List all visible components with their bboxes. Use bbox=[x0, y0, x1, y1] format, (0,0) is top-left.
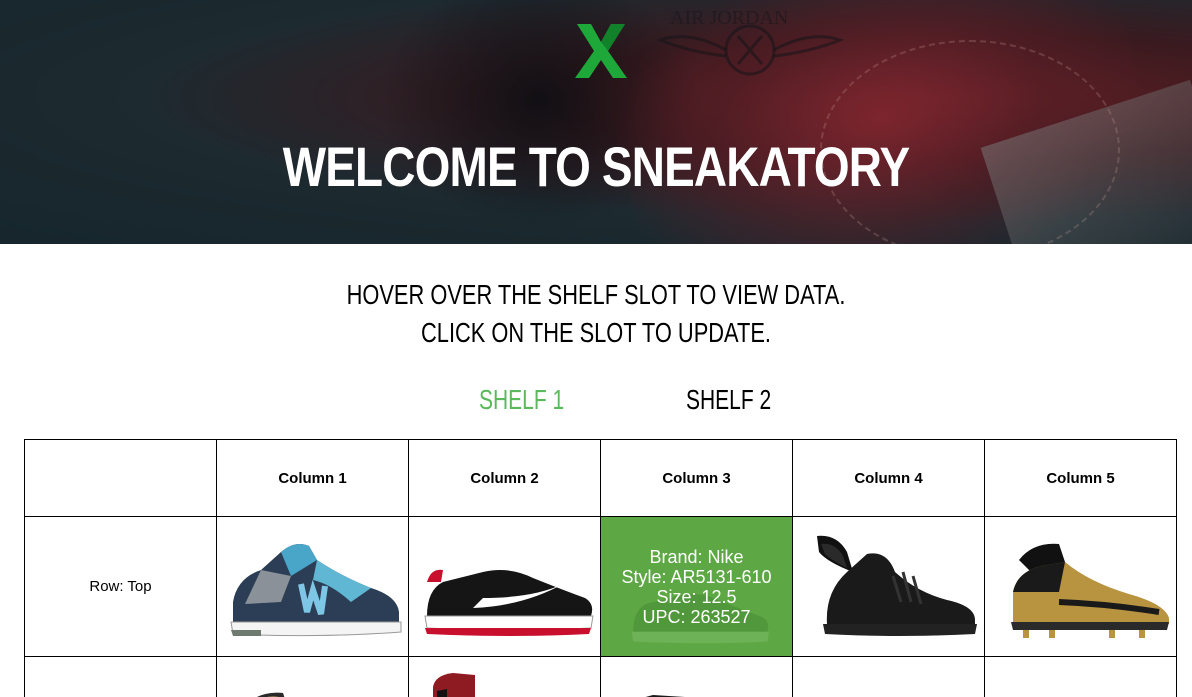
shelf-slot-empty[interactable] bbox=[984, 656, 1177, 697]
row-label: Row: Top bbox=[24, 516, 217, 657]
shelf-slot[interactable] bbox=[984, 516, 1177, 657]
slot-brand: Brand: Nike bbox=[649, 546, 744, 567]
slot-info-overlay: Brand: Nike Style: AR5131-610 Size: 12.5… bbox=[602, 518, 792, 656]
corner-cell bbox=[24, 439, 217, 517]
shelf-slot[interactable] bbox=[408, 516, 601, 657]
instructions: Hover over the shelf slot to view data. … bbox=[131, 276, 1061, 352]
shelf-slot[interactable] bbox=[216, 516, 409, 657]
sneaker-adidas-wings-icon bbox=[816, 535, 977, 636]
slot-size: Size: 12.5 bbox=[656, 586, 737, 607]
sneaker-jordan-icon bbox=[432, 673, 475, 697]
column-header: Column 5 bbox=[984, 439, 1177, 517]
slot-style: Style: AR5131-610 bbox=[621, 566, 772, 587]
column-header: Column 2 bbox=[408, 439, 601, 517]
svg-text:AIR JORDAN: AIR JORDAN bbox=[670, 7, 788, 29]
header-row: Column 1 Column 2 Column 3 Column 4 Colu… bbox=[24, 439, 1177, 517]
cleat-nike-mercurial-icon bbox=[1010, 543, 1169, 638]
column-header: Column 1 bbox=[216, 439, 409, 517]
shelf-grid: Column 1 Column 2 Column 3 Column 4 Colu… bbox=[24, 439, 1177, 697]
shelf-slot[interactable]: Brand: Nike Style: AR5131-610 Size: 12.5… bbox=[600, 516, 793, 657]
shelf-row bbox=[24, 656, 1177, 697]
sneaker-white-icon bbox=[797, 657, 981, 697]
shelf-slot[interactable] bbox=[408, 656, 601, 697]
sneaker-nike-cortez-icon bbox=[423, 569, 594, 636]
instruction-click: Click on the slot to update. bbox=[421, 317, 771, 348]
x-logo-icon bbox=[575, 24, 627, 78]
page-title: Welcome to Sneakatory bbox=[282, 135, 910, 198]
row-label bbox=[24, 656, 217, 697]
shelf-row: Row: Top Brand: Nike Style: AR5131-610 S… bbox=[24, 516, 1177, 657]
sneaker-icon bbox=[256, 692, 284, 697]
instruction-hover: Hover over the shelf slot to view data. bbox=[346, 279, 846, 310]
column-header: Column 4 bbox=[792, 439, 985, 517]
shelf-slot[interactable] bbox=[792, 516, 985, 657]
shelf-slot[interactable] bbox=[600, 656, 793, 697]
hero-banner: AIR JORDAN Welcome to Sneakatory bbox=[0, 0, 1192, 244]
shelf-slot[interactable] bbox=[216, 656, 409, 697]
sneaker-new-balance-icon bbox=[229, 543, 401, 636]
wings-emblem-icon: AIR JORDAN bbox=[655, 7, 845, 76]
shelf-slot[interactable] bbox=[792, 656, 985, 697]
slot-upc: UPC: 263527 bbox=[642, 606, 751, 627]
shelf-tabs: Shelf 1 Shelf 2 bbox=[0, 384, 1192, 424]
sneaker-icon bbox=[645, 695, 685, 697]
column-header: Column 3 bbox=[600, 439, 793, 517]
tab-shelf-1[interactable]: Shelf 1 bbox=[479, 384, 564, 416]
tab-shelf-2[interactable]: Shelf 2 bbox=[686, 384, 771, 416]
